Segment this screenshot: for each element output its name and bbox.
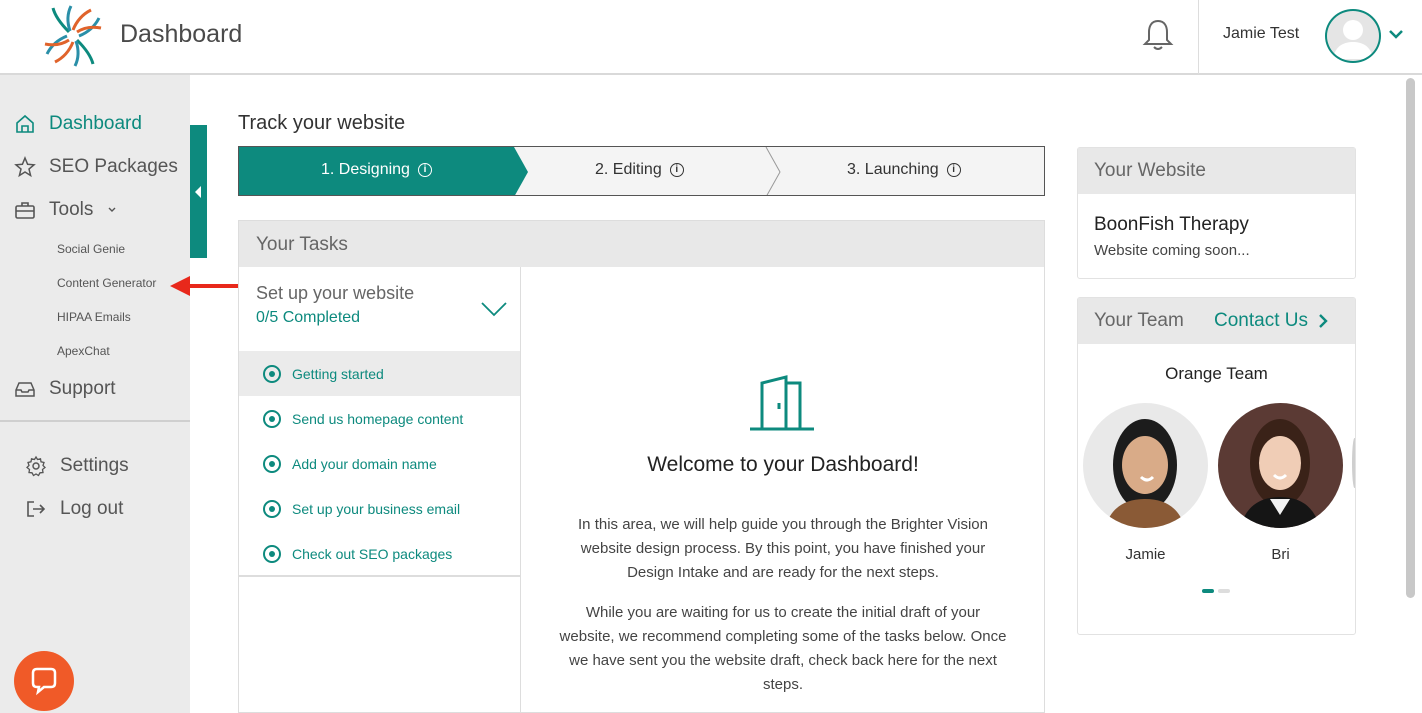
sidebar: Dashboard SEO Packages Tools Social Geni…: [0, 75, 190, 713]
task-list: Set up your website 0/5 Completed Gettin…: [239, 267, 521, 713]
sidebar-item-dashboard[interactable]: Dashboard: [14, 113, 142, 135]
chevron-right-icon: [1319, 314, 1328, 328]
carousel-dot[interactable]: [1202, 589, 1214, 593]
home-icon: [16, 114, 34, 133]
carousel-dot[interactable]: [1218, 589, 1230, 593]
website-card-title: Your Website: [1094, 160, 1206, 181]
team-name: Orange Team: [1165, 364, 1268, 383]
radio-icon: [263, 454, 281, 473]
sidebar-item-label: Log out: [60, 498, 124, 519]
radio-icon: [263, 409, 281, 428]
header-divider: [1198, 0, 1199, 74]
sidebar-item-label: Tools: [49, 199, 94, 220]
sidebar-item-label: SEO Packages: [49, 156, 178, 177]
info-icon[interactable]: i: [669, 163, 684, 177]
sidebar-item-label: Dashboard: [49, 113, 142, 134]
info-icon[interactable]: i: [946, 163, 961, 177]
task-list-divider: [239, 575, 520, 577]
toolbox-icon: [15, 202, 35, 219]
step-editing[interactable]: 2. Editing i: [595, 161, 684, 179]
step-launching[interactable]: 3. Launching i: [847, 161, 961, 179]
sidebar-divider: [0, 420, 190, 422]
step-designing[interactable]: 1. Designing i: [321, 161, 432, 179]
website-status: Website coming soon...: [1094, 242, 1250, 259]
user-name[interactable]: Jamie Test: [1223, 25, 1299, 43]
website-name: BoonFish Therapy: [1094, 214, 1249, 235]
tasks-card-header: Your Tasks: [239, 221, 1044, 267]
task-getting-started[interactable]: Getting started: [239, 351, 520, 396]
sidebar-item-settings[interactable]: Settings: [25, 455, 129, 477]
sidebar-subitem-social-genie[interactable]: Social Genie: [57, 242, 125, 256]
user-placeholder-icon: [1333, 20, 1373, 59]
task-business-email[interactable]: Set up your business email: [239, 486, 520, 531]
logout-icon: [27, 501, 46, 517]
tasks-card-title: Your Tasks: [256, 234, 348, 255]
star-icon: [14, 156, 36, 178]
radio-icon: [263, 544, 281, 563]
sidebar-item-logout[interactable]: Log out: [25, 498, 123, 520]
tasks-card: Your Tasks Set up your website 0/5 Compl…: [238, 220, 1045, 713]
member-photo: [1083, 403, 1208, 528]
door-icon: [750, 375, 814, 431]
user-avatar[interactable]: [1325, 9, 1381, 63]
website-card: Your Website BoonFish Therapy Website co…: [1077, 147, 1356, 279]
member-photo: [1218, 403, 1343, 528]
welcome-paragraph: In this area, we will help guide you thr…: [578, 516, 988, 581]
welcome-panel: Welcome to your Dashboard! In this area,…: [522, 267, 1044, 713]
sidebar-subitem-hipaa-emails[interactable]: HIPAA Emails: [57, 310, 131, 324]
team-card-header: Your Team Contact Us: [1078, 298, 1355, 344]
task-add-domain[interactable]: Add your domain name: [239, 441, 520, 486]
chevron-down-icon: [108, 207, 116, 212]
inbox-icon: [15, 382, 35, 397]
gear-icon: [26, 455, 46, 477]
progress-stepper: 1. Designing i 2. Editing i 3. Launching i: [238, 146, 1045, 196]
chevron-down-icon[interactable]: [1388, 28, 1404, 40]
sidebar-item-tools[interactable]: Tools: [14, 199, 117, 221]
radio-icon: [263, 364, 281, 383]
task-progress: 0/5 Completed: [256, 309, 361, 326]
team-member-bri[interactable]: Bri: [1218, 403, 1343, 563]
info-icon[interactable]: i: [417, 163, 432, 177]
carousel-dots: [1202, 589, 1230, 593]
sidebar-item-label: Support: [49, 378, 116, 399]
notification-bell-icon[interactable]: [1142, 18, 1174, 52]
page-scrollbar[interactable]: [1406, 78, 1415, 598]
brand-logo[interactable]: [40, 3, 106, 69]
chat-bubble-icon: [31, 667, 57, 696]
contact-us-link[interactable]: Contact Us: [1214, 310, 1328, 332]
page-title: Dashboard: [120, 20, 243, 48]
sidebar-subitem-content-generator[interactable]: Content Generator: [57, 276, 156, 290]
member-name: Bri: [1271, 546, 1290, 563]
task-seo-packages[interactable]: Check out SEO packages: [239, 531, 520, 576]
chat-launcher-button[interactable]: [14, 651, 74, 711]
sidebar-item-support[interactable]: Support: [14, 378, 116, 400]
radio-icon: [263, 499, 281, 518]
welcome-title: Welcome to your Dashboard!: [647, 453, 919, 476]
member-name: Jamie: [1125, 546, 1166, 563]
task-send-homepage-content[interactable]: Send us homepage content: [239, 396, 520, 441]
chevron-down-icon[interactable]: [480, 301, 508, 317]
task-section-title[interactable]: Set up your website: [256, 283, 414, 304]
track-title: Track your website: [238, 112, 406, 134]
team-card-title: Your Team: [1094, 310, 1184, 331]
welcome-paragraph: While you are waiting for us to create t…: [559, 604, 1007, 693]
sidebar-subitem-apexchat[interactable]: ApexChat: [57, 344, 110, 358]
team-card: Your Team Contact Us Orange Team Jamie B…: [1077, 297, 1356, 635]
team-member-jamie[interactable]: Jamie: [1083, 403, 1208, 563]
website-card-header: Your Website: [1078, 148, 1355, 194]
carousel-next-peek[interactable]: [1352, 438, 1355, 488]
sidebar-collapse-toggle[interactable]: [190, 125, 207, 258]
sidebar-item-seo-packages[interactable]: SEO Packages: [14, 156, 178, 178]
sidebar-item-label: Settings: [60, 455, 129, 476]
top-header: Dashboard Jamie Test: [0, 0, 1422, 75]
